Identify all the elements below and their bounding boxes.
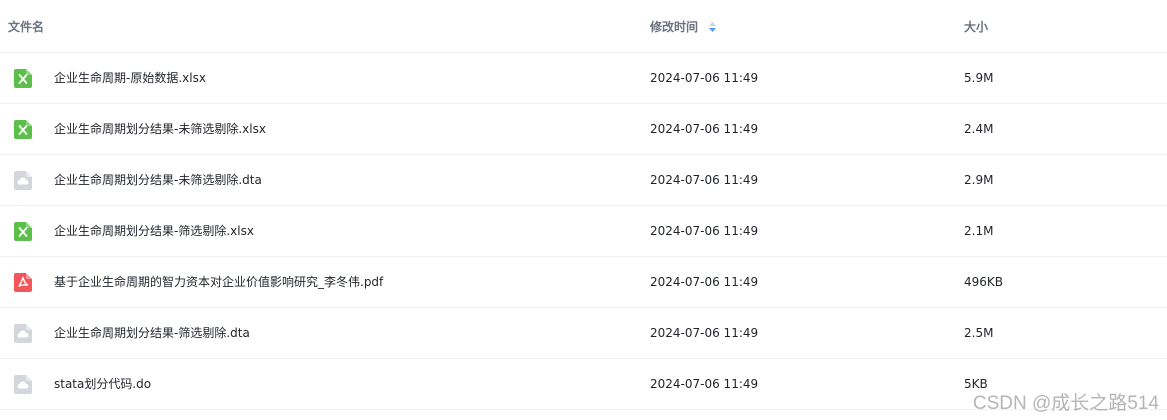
cloud-file-icon bbox=[14, 324, 32, 343]
file-modified-time: 2024-07-06 11:49 bbox=[650, 275, 759, 289]
table-row[interactable]: 企业生命周期划分结果-未筛选剔除.dta 2024-07-06 11:49 2.9M bbox=[0, 155, 1167, 206]
column-header-size[interactable]: 大小 bbox=[964, 19, 988, 35]
column-header-name[interactable]: 文件名 bbox=[8, 19, 44, 35]
pdf-icon bbox=[14, 273, 32, 292]
cloud-file-icon bbox=[14, 375, 32, 394]
file-size: 2.1M bbox=[964, 224, 994, 238]
file-modified-time: 2024-07-06 11:49 bbox=[650, 224, 759, 238]
table-row[interactable]: 企业生命周期划分结果-筛选剔除.dta 2024-07-06 11:49 2.5M bbox=[0, 308, 1167, 359]
file-list-table: 文件名 修改时间 大小 企业生命周期-原始数据.xlsx 2024-07-06 1… bbox=[0, 0, 1167, 420]
column-header-modified-time[interactable]: 修改时间 bbox=[650, 19, 717, 35]
excel-icon bbox=[14, 69, 32, 88]
file-size: 496KB bbox=[964, 275, 1004, 289]
cloud-file-icon bbox=[14, 171, 32, 190]
file-name-link[interactable]: 企业生命周期-原始数据.xlsx bbox=[54, 70, 206, 86]
excel-icon bbox=[14, 222, 32, 241]
file-size: 2.9M bbox=[964, 173, 994, 187]
sort-icon[interactable] bbox=[708, 21, 717, 33]
file-rows: 企业生命周期-原始数据.xlsx 2024-07-06 11:49 5.9M 企业生命… bbox=[0, 53, 1167, 410]
file-size: 2.5M bbox=[964, 326, 994, 340]
file-name-link[interactable]: 企业生命周期划分结果-未筛选剔除.dta bbox=[54, 172, 262, 188]
file-modified-time: 2024-07-06 11:49 bbox=[650, 173, 759, 187]
table-row[interactable]: 企业生命周期划分结果-筛选剔除.xlsx 2024-07-06 11:49 2.1M bbox=[0, 206, 1167, 257]
table-header: 文件名 修改时间 大小 bbox=[0, 0, 1167, 53]
table-row[interactable]: 企业生命周期-原始数据.xlsx 2024-07-06 11:49 5.9M bbox=[0, 53, 1167, 104]
excel-icon bbox=[14, 120, 32, 139]
file-name-link[interactable]: 企业生命周期划分结果-筛选剔除.dta bbox=[54, 325, 250, 341]
file-modified-time: 2024-07-06 11:49 bbox=[650, 122, 759, 136]
file-size: 5.9M bbox=[964, 71, 994, 85]
file-modified-time: 2024-07-06 11:49 bbox=[650, 326, 759, 340]
file-size: 2.4M bbox=[964, 122, 994, 136]
table-row[interactable]: 企业生命周期划分结果-未筛选剔除.xlsx 2024-07-06 11:49 2.4… bbox=[0, 104, 1167, 155]
column-header-modified-time-label: 修改时间 bbox=[650, 20, 699, 34]
file-name-link[interactable]: 企业生命周期划分结果-未筛选剔除.xlsx bbox=[54, 121, 266, 137]
file-name-link[interactable]: stata划分代码.do bbox=[54, 376, 151, 392]
file-name-link[interactable]: 企业生命周期划分结果-筛选剔除.xlsx bbox=[54, 223, 254, 239]
file-modified-time: 2024-07-06 11:49 bbox=[650, 71, 759, 85]
file-size: 5KB bbox=[964, 377, 988, 391]
table-row[interactable]: 基于企业生命周期的智力资本对企业价值影响研究_李冬伟.pdf 2024-07-06… bbox=[0, 257, 1167, 308]
file-modified-time: 2024-07-06 11:49 bbox=[650, 377, 759, 391]
file-name-link[interactable]: 基于企业生命周期的智力资本对企业价值影响研究_李冬伟.pdf bbox=[54, 274, 383, 290]
watermark-text: CSDN @成长之路514 bbox=[972, 393, 1159, 414]
